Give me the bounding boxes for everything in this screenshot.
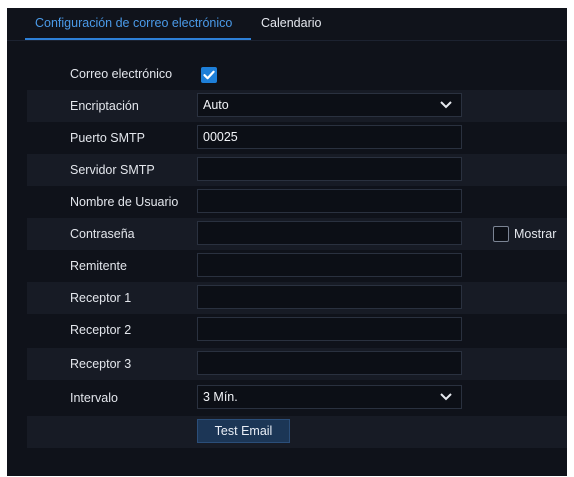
email-settings-panel: Configuración de correo electrónico Cale… <box>7 8 567 476</box>
row-interval: Intervalo 3 Mín. <box>27 382 567 414</box>
chevron-down-icon <box>440 101 452 109</box>
password-label: Contraseña <box>70 227 135 241</box>
tab-bar: Configuración de correo electrónico Cale… <box>7 8 567 41</box>
interval-value: 3 Mín. <box>203 390 238 404</box>
interval-label: Intervalo <box>70 391 118 405</box>
username-label: Nombre de Usuario <box>70 195 179 209</box>
chevron-down-icon <box>440 393 452 401</box>
show-password-label: Mostrar <box>514 227 557 241</box>
row-encryption: Encriptación Auto <box>27 90 567 122</box>
receiver-2-input[interactable] <box>197 317 462 341</box>
email-enable-label: Correo electrónico <box>70 67 173 81</box>
test-email-button[interactable]: Test Email <box>197 419 290 443</box>
encryption-label: Encriptación <box>70 99 139 113</box>
receiver-3-input[interactable] <box>197 351 462 375</box>
row-receiver-1: Receptor 1 <box>27 282 567 314</box>
sender-label: Remitente <box>70 259 127 273</box>
encryption-value: Auto <box>203 98 229 112</box>
smtp-port-input[interactable]: 00025 <box>197 125 462 149</box>
receiver-1-input[interactable] <box>197 285 462 309</box>
row-sender: Remitente <box>27 250 567 282</box>
smtp-port-label: Puerto SMTP <box>70 131 146 145</box>
receiver-1-label: Receptor 1 <box>70 291 132 305</box>
interval-select[interactable]: 3 Mín. <box>197 385 462 409</box>
username-input[interactable] <box>197 189 462 213</box>
show-password-checkbox[interactable] <box>493 226 509 242</box>
row-username: Nombre de Usuario <box>27 186 567 218</box>
row-receiver-2: Receptor 2 <box>27 314 567 346</box>
row-test-email: Test Email <box>27 416 567 448</box>
receiver-3-label: Receptor 3 <box>70 357 132 371</box>
receiver-2-label: Receptor 2 <box>70 323 132 337</box>
smtp-server-label: Servidor SMTP <box>70 163 155 177</box>
encryption-select[interactable]: Auto <box>197 93 462 117</box>
row-password: Contraseña Mostrar <box>27 218 567 250</box>
smtp-server-input[interactable] <box>197 157 462 181</box>
checkmark-icon <box>203 70 215 80</box>
row-receiver-3: Receptor 3 <box>27 348 567 380</box>
row-smtp-port: Puerto SMTP 00025 <box>27 122 567 154</box>
email-enable-checkbox[interactable] <box>201 67 217 83</box>
tab-email-settings[interactable]: Configuración de correo electrónico <box>35 8 232 40</box>
row-email-enable: Correo electrónico <box>27 58 567 90</box>
password-input[interactable] <box>197 221 462 245</box>
sender-input[interactable] <box>197 253 462 277</box>
active-tab-indicator <box>25 38 251 40</box>
row-smtp-server: Servidor SMTP <box>27 154 567 186</box>
tab-calendar[interactable]: Calendario <box>261 8 321 40</box>
